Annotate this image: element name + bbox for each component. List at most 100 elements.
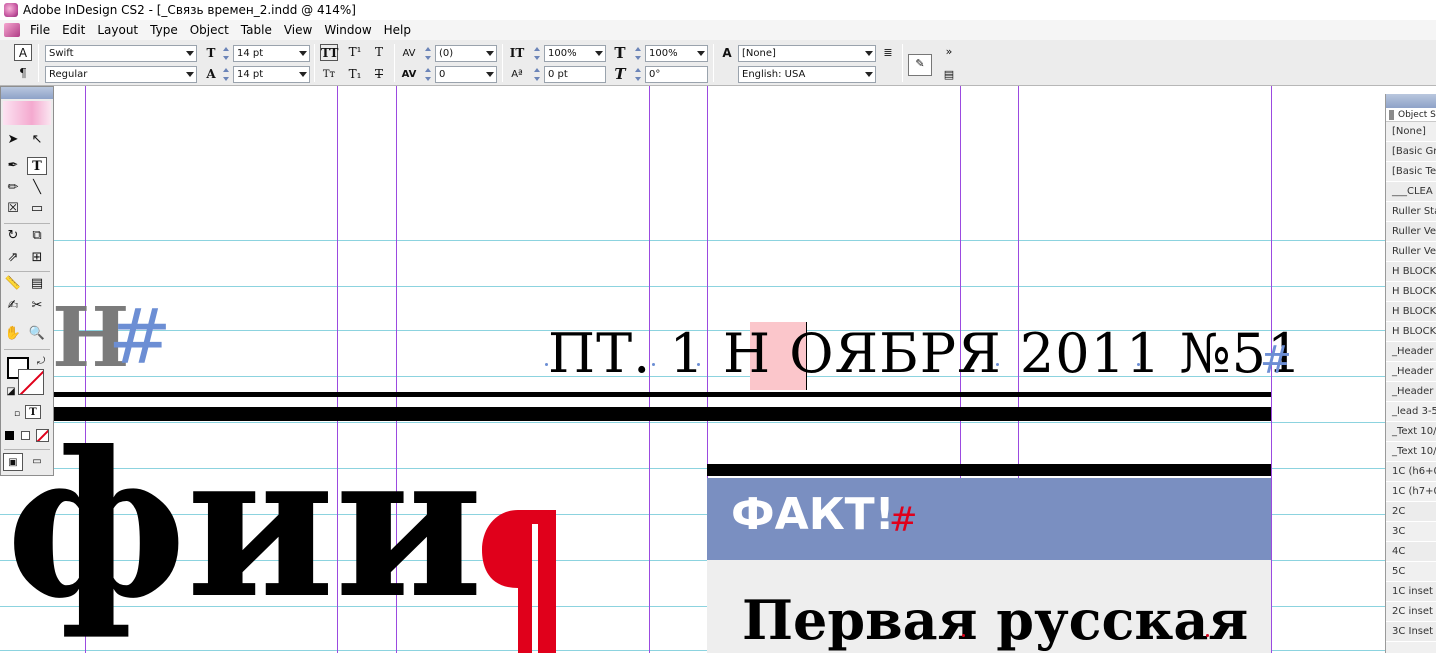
superscript-icon[interactable]: T¹ <box>346 44 364 61</box>
default-fill-stroke-icon[interactable]: ◪ <box>1 383 21 401</box>
panel-overflow-icon[interactable]: » <box>940 43 958 60</box>
skew-field[interactable]: 0° <box>645 66 708 83</box>
style-item[interactable]: _Header <box>1386 362 1436 382</box>
tracking-spinner[interactable] <box>424 66 433 83</box>
normal-view-mode-icon[interactable]: ▣ <box>3 453 23 471</box>
style-item[interactable]: 2C inset s <box>1386 602 1436 622</box>
style-item[interactable]: _Header <box>1386 382 1436 402</box>
scissors-tool-icon[interactable]: ✂ <box>27 297 47 315</box>
style-item[interactable]: Ruller Ver <box>1386 222 1436 242</box>
style-item[interactable]: _Text 10/ <box>1386 422 1436 442</box>
rotate-tool-icon[interactable]: ↻ <box>3 227 23 245</box>
style-item[interactable]: 1C (h6+0 <box>1386 462 1436 482</box>
styles-panel-titlebar[interactable] <box>1386 94 1436 108</box>
style-item[interactable]: H BLOCK <box>1386 282 1436 302</box>
rectangle-tool-icon[interactable]: ▭ <box>27 200 47 218</box>
horizontal-scale-field[interactable]: 100% <box>645 45 708 62</box>
style-item[interactable]: 1C (h7+0 <box>1386 482 1436 502</box>
scale-tool-icon[interactable]: ⧉ <box>27 227 47 245</box>
tracking-field[interactable]: 0 <box>435 66 497 83</box>
document-canvas[interactable]: Н # ПТ. 1 Н ОЯБРЯ 2011 №51 # ФАКТ! # Пер… <box>0 86 1436 653</box>
vertical-scale-field[interactable]: 100% <box>544 45 606 62</box>
style-item[interactable]: 3C Inset s <box>1386 622 1436 642</box>
preview-mode-icon[interactable]: ▭ <box>27 453 47 471</box>
fact-title[interactable]: ФАКТ! <box>731 489 895 540</box>
menu-window[interactable]: Window <box>318 23 377 37</box>
style-item[interactable]: Ruller Sta <box>1386 202 1436 222</box>
language-field[interactable]: English: USA <box>738 66 876 83</box>
eyedropper-tool-icon[interactable]: ✍ <box>3 297 23 315</box>
font-size-field[interactable]: 14 pt <box>233 45 310 62</box>
selection-tool-icon[interactable]: ➤ <box>3 131 23 149</box>
rectangle-frame-tool-icon[interactable]: ☒ <box>3 200 23 218</box>
style-item[interactable]: 5C <box>1386 562 1436 582</box>
font-family-field[interactable]: Swift <box>45 45 197 62</box>
free-transform-tool-icon[interactable]: ⊞ <box>27 249 47 267</box>
menu-edit[interactable]: Edit <box>56 23 91 37</box>
stroke-swatch[interactable] <box>18 369 44 395</box>
style-item[interactable]: 2C <box>1386 502 1436 522</box>
quick-apply-icon[interactable]: ✎ <box>908 54 932 76</box>
hand-tool-icon[interactable]: ✋ <box>3 325 23 343</box>
style-item[interactable]: H BLOCK <box>1386 302 1436 322</box>
gradient-tool-icon[interactable]: ▤ <box>27 275 47 293</box>
style-item[interactable]: 1C inset s <box>1386 582 1436 602</box>
issue-date-line[interactable]: ПТ. 1 Н ОЯБРЯ 2011 №51 <box>548 322 1302 385</box>
document-menu-icon[interactable] <box>4 23 20 37</box>
direct-selection-tool-icon[interactable]: ↖ <box>27 131 47 149</box>
style-item[interactable]: H BLOCK <box>1386 262 1436 282</box>
style-item[interactable]: 3C <box>1386 522 1436 542</box>
kerning-field[interactable]: (0) <box>435 45 497 62</box>
style-item[interactable]: [Basic Te <box>1386 162 1436 182</box>
baseline-shift-field[interactable]: 0 pt <box>544 66 606 83</box>
type-tool-icon[interactable]: T <box>27 157 47 175</box>
style-item[interactable]: H BLOCK <box>1386 322 1436 342</box>
menu-table[interactable]: Table <box>235 23 278 37</box>
apply-color-icon[interactable] <box>5 431 14 440</box>
font-size-spinner[interactable] <box>222 45 231 62</box>
vertical-scale-spinner[interactable] <box>533 45 542 62</box>
baseline-shift-spinner[interactable] <box>533 66 542 83</box>
style-item[interactable]: ___CLEA <box>1386 182 1436 202</box>
font-style-field[interactable]: Regular <box>45 66 197 83</box>
subscript-icon[interactable]: T₁ <box>346 66 364 83</box>
panel-menu-icon[interactable]: ▤ <box>940 66 958 83</box>
all-caps-icon[interactable]: TT <box>320 44 338 61</box>
strikethrough-icon[interactable]: T <box>370 66 388 83</box>
shear-tool-icon[interactable]: ⇗ <box>3 249 23 267</box>
measure-tool-icon[interactable]: 📏 <box>3 275 23 293</box>
underline-icon[interactable]: T <box>370 44 388 61</box>
character-mode-icon[interactable]: A <box>14 44 32 61</box>
style-item[interactable]: _Header <box>1386 342 1436 362</box>
menu-layout[interactable]: Layout <box>91 23 144 37</box>
tools-panel-titlebar[interactable] <box>1 87 53 99</box>
swap-fill-stroke-icon[interactable]: ⤾ <box>31 353 51 371</box>
menu-object[interactable]: Object <box>184 23 235 37</box>
style-item[interactable]: [None] <box>1386 122 1436 142</box>
line-tool-icon[interactable]: ╲ <box>27 179 47 197</box>
large-display-word[interactable]: фии <box>6 426 483 626</box>
formatting-container-icon[interactable]: ▫ <box>7 405 27 423</box>
pen-tool-icon[interactable]: ✒ <box>3 157 23 175</box>
fact-subheading[interactable]: Первая русская <box>742 588 1248 652</box>
horizontal-scale-spinner[interactable] <box>634 45 643 62</box>
formatting-text-icon[interactable]: T <box>25 405 41 419</box>
style-item[interactable]: 4C <box>1386 542 1436 562</box>
apply-gradient-icon[interactable] <box>21 431 30 440</box>
leading-spinner[interactable] <box>222 66 231 83</box>
paragraph-mode-icon[interactable]: ¶ <box>14 65 32 82</box>
apply-none-icon[interactable] <box>36 429 49 442</box>
style-item[interactable]: [Basic Gra <box>1386 142 1436 162</box>
skew-spinner[interactable] <box>634 66 643 83</box>
styles-menu-icon[interactable]: ≣ <box>879 44 897 61</box>
small-caps-icon[interactable]: Tт <box>320 66 338 83</box>
menu-help[interactable]: Help <box>378 23 417 37</box>
style-item[interactable]: _Text 10/ <box>1386 442 1436 462</box>
menu-type[interactable]: Type <box>144 23 184 37</box>
menu-file[interactable]: File <box>24 23 56 37</box>
zoom-tool-icon[interactable]: 🔍 <box>27 325 47 343</box>
object-styles-tab[interactable]: Object S <box>1386 108 1436 122</box>
style-item[interactable]: Ruller Ver <box>1386 242 1436 262</box>
kerning-spinner[interactable] <box>424 45 433 62</box>
menu-view[interactable]: View <box>278 23 318 37</box>
